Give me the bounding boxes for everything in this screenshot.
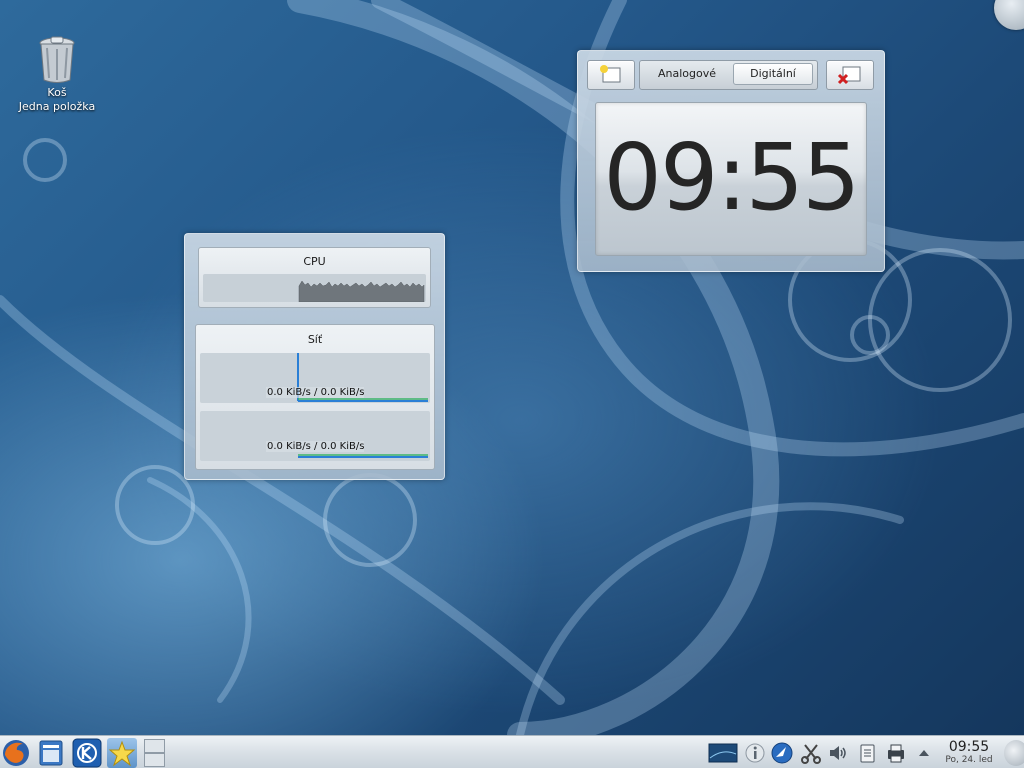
klipper-button[interactable] xyxy=(800,742,822,764)
trash-subtitle: Jedna položka xyxy=(18,100,96,113)
trash-icon xyxy=(39,36,75,83)
trash-desktop-icon[interactable]: Koš Jedna položka xyxy=(14,36,100,114)
clock-time: 09:55 xyxy=(603,124,860,231)
digital-clock-display: 09:55 xyxy=(595,102,867,256)
favorites-icon xyxy=(108,740,136,767)
info-icon xyxy=(745,743,765,763)
cpu-title: CPU xyxy=(303,255,326,268)
cpu-graph xyxy=(203,274,426,303)
clock-applet: Analogové Digitální 09:55 xyxy=(577,50,885,272)
taskbar-clock-time: 09:55 xyxy=(948,739,990,755)
tray-expand-button[interactable] xyxy=(916,742,932,764)
taskbar: 09:55 Po, 24. led xyxy=(0,735,1024,768)
volume-control[interactable] xyxy=(827,742,849,764)
close-window-icon xyxy=(837,66,861,85)
network-graph-1: 0.0 KiB/s / 0.0 KiB/s xyxy=(200,353,430,403)
clipboard-button[interactable] xyxy=(856,742,878,764)
taskbar-clock[interactable]: 09:55 Po, 24. led xyxy=(940,739,998,766)
pager-desktop-2[interactable] xyxy=(144,753,165,767)
tab-digital[interactable]: Digitální xyxy=(733,63,813,85)
printer-icon xyxy=(888,744,904,763)
taskbar-clock-date: Po, 24. led xyxy=(945,755,993,765)
new-window-icon xyxy=(600,65,621,83)
trash-label: Koš xyxy=(47,86,67,99)
klipper-icon xyxy=(801,744,821,764)
tab-analog[interactable]: Analogové xyxy=(644,64,730,84)
system-monitor-applet: CPU Síť 0.0 KiB/s / 0.0 KiB/s 0.0 KiB/s … xyxy=(184,233,445,480)
panel-toolbox-button[interactable] xyxy=(1004,740,1024,766)
clipboard-icon xyxy=(860,744,875,763)
tray-expand-icon xyxy=(919,750,929,756)
add-clock-button[interactable] xyxy=(587,60,635,90)
pager-desktop-1[interactable] xyxy=(144,739,165,753)
network-manager[interactable] xyxy=(771,742,793,764)
file-manager-icon xyxy=(39,740,63,766)
desktop-pager[interactable] xyxy=(144,739,165,767)
favorites-launcher[interactable] xyxy=(107,738,137,768)
network-manager-icon xyxy=(771,742,793,764)
remove-clock-button[interactable] xyxy=(826,60,874,90)
volume-icon xyxy=(830,746,846,760)
firefox-icon xyxy=(3,740,29,766)
kde-menu-button[interactable] xyxy=(72,738,102,768)
desktop-preview-icon xyxy=(708,743,738,763)
network-rate-1: 0.0 KiB/s / 0.0 KiB/s xyxy=(266,387,364,398)
network-plot-2 xyxy=(298,454,428,458)
network-title: Síť xyxy=(307,333,323,346)
kde-menu-icon xyxy=(72,738,102,768)
file-manager-launcher[interactable] xyxy=(36,738,66,768)
network-graph-2: 0.0 KiB/s / 0.0 KiB/s xyxy=(200,411,430,461)
printer-button[interactable] xyxy=(885,742,907,764)
cpu-load-plot xyxy=(298,280,425,303)
network-rate-2: 0.0 KiB/s / 0.0 KiB/s xyxy=(266,441,364,452)
notifications-button[interactable] xyxy=(744,742,766,764)
cpu-monitor[interactable]: CPU xyxy=(198,247,431,308)
network-monitor[interactable]: Síť 0.0 KiB/s / 0.0 KiB/s 0.0 KiB/s / 0.… xyxy=(195,324,435,470)
desktop-preview[interactable] xyxy=(708,742,738,764)
firefox-launcher[interactable] xyxy=(1,738,31,768)
clock-type-tabs: Analogové Digitální xyxy=(639,60,818,90)
